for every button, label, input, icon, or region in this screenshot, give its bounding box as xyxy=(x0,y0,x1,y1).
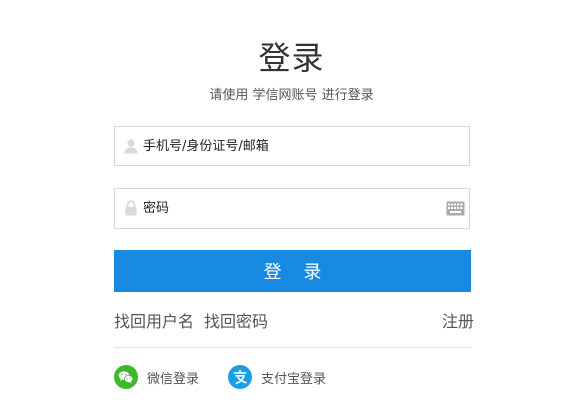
find-username-link[interactable]: 找回用户名 xyxy=(114,308,194,332)
find-password-link[interactable]: 找回密码 xyxy=(204,308,268,332)
username-field-box[interactable] xyxy=(114,126,470,166)
alipay-login-link[interactable]: 支付宝登录 xyxy=(228,365,326,389)
user-icon xyxy=(123,138,139,154)
alipay-login-label: 支付宝登录 xyxy=(261,371,327,387)
alipay-icon xyxy=(228,365,252,389)
wechat-login-label: 微信登录 xyxy=(147,371,200,387)
username-input[interactable] xyxy=(143,127,433,165)
divider xyxy=(114,347,471,348)
keyboard-icon[interactable] xyxy=(446,201,465,216)
lock-icon xyxy=(123,200,139,216)
page-title: 登录 xyxy=(258,39,325,77)
register-link[interactable]: 注册 xyxy=(442,308,474,332)
wechat-login-link[interactable]: 微信登录 xyxy=(114,365,199,389)
login-page: 登录 请使用 学信网账号 进行登录 手机号/身份证号/邮箱 登 录 找回用户名 … xyxy=(0,0,583,402)
password-input[interactable] xyxy=(143,189,433,227)
password-field-box[interactable] xyxy=(114,188,470,229)
page-subtitle: 请使用 学信网账号 进行登录 xyxy=(209,88,374,103)
wechat-icon xyxy=(114,365,138,389)
login-button[interactable]: 登 录 xyxy=(114,250,471,292)
